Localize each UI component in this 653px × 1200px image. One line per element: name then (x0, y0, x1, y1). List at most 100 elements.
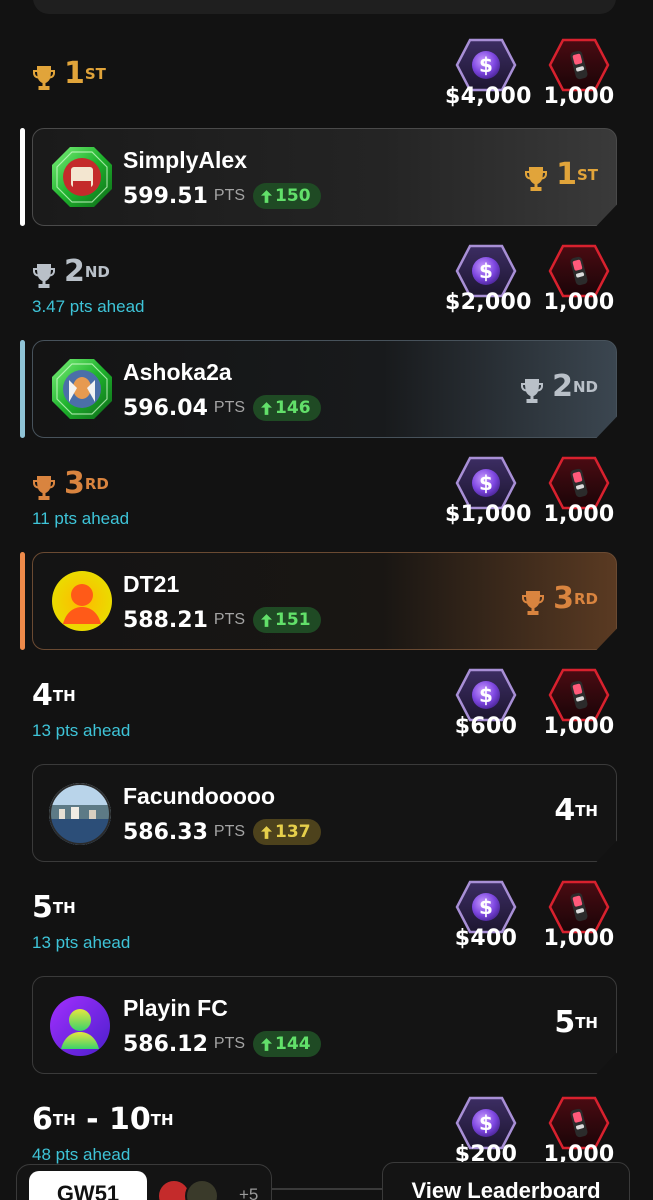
entry-name: Ashoka2a (123, 359, 232, 385)
rank-title: 4TH (32, 680, 76, 712)
entry-name: Facundooooo (123, 783, 276, 809)
cash-amount: $600 (454, 714, 518, 739)
entry-rank: 1ST (524, 159, 598, 191)
change-badge: 151 (253, 607, 321, 633)
cash-amount: $2,000 (445, 290, 532, 315)
leaderboard-entry-ashoka2a[interactable]: Ashoka2a 596.04 PTS 146 2ND (32, 340, 617, 438)
token-amount: 1,000 (543, 926, 615, 951)
rank-number: 5 (554, 1005, 576, 1040)
rank-range-separator: - (75, 1102, 110, 1137)
rank-number: 4 (32, 678, 53, 713)
cash-prize: $2,000 (445, 244, 532, 324)
leaderboard-entry-facundooooo[interactable]: Facundooooo 586.33 PTS 137 4TH (32, 764, 617, 862)
entry-name: Playin FC (123, 995, 228, 1021)
rank-suffix: TH (575, 1013, 598, 1032)
rank-title: 1ST (32, 58, 106, 90)
token-prize: 1,000 (538, 880, 620, 960)
entry-name: DT21 (123, 571, 180, 597)
rank-suffix: ST (576, 165, 598, 184)
card-accent (20, 340, 25, 438)
rank-number-end: 10 (109, 1102, 151, 1137)
token-amount: 1,000 (543, 714, 615, 739)
arrow-up-icon (261, 614, 272, 627)
rank-suffix-end: TH (150, 1110, 174, 1129)
rank-number: 1 (64, 56, 85, 91)
avatar (52, 571, 112, 631)
trophy-icon (32, 64, 56, 92)
entry-rank: 2ND (520, 371, 598, 403)
entry-rank: 4TH (554, 795, 598, 827)
points-unit: PTS (213, 1035, 246, 1052)
view-leaderboard-button[interactable]: View Leaderboard (382, 1162, 630, 1200)
trophy-icon (520, 377, 544, 405)
gameweek-button[interactable]: GW51 (29, 1171, 147, 1200)
trophy-icon (524, 165, 548, 193)
change-value: 146 (275, 398, 311, 418)
avatar (50, 996, 110, 1056)
points-line: 596.04 PTS 146 (123, 395, 321, 421)
rank-row-1: 1ST $4,000 1,000 (0, 32, 653, 122)
card-accent (20, 552, 25, 650)
arrow-up-icon (261, 190, 272, 203)
arrow-up-icon (261, 402, 272, 415)
rank-row-4: 4TH 13 pts ahead $600 1,000 (0, 668, 653, 758)
rank-suffix: RD (84, 474, 109, 493)
rank-row-3: 3RD 11 pts ahead $1,000 1,000 (0, 456, 653, 546)
rank-suffix: TH (575, 801, 598, 820)
token-amount: 1,000 (543, 502, 615, 527)
rank-row-2: 2ND 3.47 pts ahead $2,000 1,000 (0, 244, 653, 334)
trophy-icon (32, 474, 56, 502)
cash-prize: $1,000 (445, 456, 532, 536)
token-amount: 1,000 (543, 84, 615, 109)
token-prize: 1,000 (538, 456, 620, 536)
points-line: 586.33 PTS 137 (123, 819, 321, 845)
leaderboard-entry-dt21[interactable]: DT21 588.21 PTS 151 3RD (32, 552, 617, 650)
points-value: 599.51 (123, 183, 208, 209)
trophy-icon (521, 589, 545, 617)
change-badge: 150 (253, 183, 321, 209)
entry-rank: 5TH (554, 1007, 598, 1039)
rank-suffix: TH (52, 1110, 76, 1129)
token-amount: 1,000 (543, 290, 615, 315)
change-value: 144 (275, 1034, 311, 1054)
gameweek-selector[interactable]: GW51 +5 (16, 1164, 272, 1200)
cash-amount: $1,000 (445, 502, 532, 527)
avatar (51, 358, 113, 420)
points-value: 596.04 (123, 395, 208, 421)
rank-number: 5 (32, 890, 53, 925)
leaderboard-entry-playin-fc[interactable]: Playin FC 586.12 PTS 144 5TH (32, 976, 617, 1074)
trophy-icon (32, 262, 56, 290)
token-prize: 1,000 (538, 38, 620, 118)
more-count: +5 (239, 1185, 259, 1200)
cash-amount: $4,000 (445, 84, 532, 109)
top-bar (33, 0, 616, 14)
rank-title: 6TH - 10TH (32, 1104, 174, 1136)
change-value: 137 (275, 822, 311, 842)
points-ahead: 13 pts ahead (32, 721, 131, 740)
rank-title: 5TH (32, 892, 76, 924)
rank-suffix: TH (52, 898, 76, 917)
change-value: 150 (275, 186, 311, 206)
arrow-up-icon (261, 826, 272, 839)
rank-suffix: ST (84, 64, 106, 83)
rank-suffix: ND (572, 377, 598, 396)
points-ahead: 3.47 pts ahead (32, 297, 145, 316)
rank-number: 2 (64, 254, 85, 289)
leaderboard-entry-simplyalex[interactable]: SimplyAlex 599.51 PTS 150 1ST (32, 128, 617, 226)
rank-number: 4 (554, 793, 576, 828)
points-unit: PTS (213, 611, 246, 628)
rank-number: 6 (32, 1102, 53, 1137)
rank-number: 3 (64, 466, 85, 501)
points-line: 588.21 PTS 151 (123, 607, 321, 633)
bottom-bar: GW51 +5 View Leaderboard (0, 1160, 653, 1200)
rank-row-5: 5TH 13 pts ahead $400 1,000 (0, 880, 653, 970)
points-line: 586.12 PTS 144 (123, 1031, 321, 1057)
entry-rank: 3RD (521, 583, 598, 615)
points-value: 586.12 (123, 1031, 208, 1057)
cash-prize: $4,000 (445, 38, 532, 118)
points-value: 586.33 (123, 819, 208, 845)
points-unit: PTS (213, 399, 246, 416)
points-line: 599.51 PTS 150 (123, 183, 321, 209)
arrow-up-icon (261, 1038, 272, 1051)
divider (272, 1188, 384, 1190)
